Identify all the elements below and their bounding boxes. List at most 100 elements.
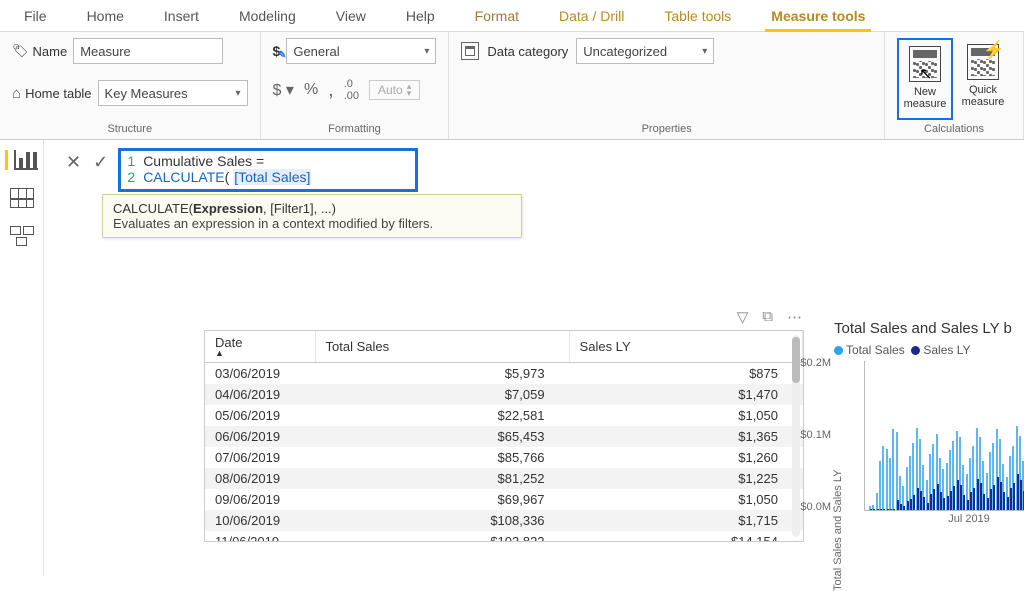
currency-button[interactable]: $ ▾ xyxy=(273,80,294,100)
cell-date: 09/06/2019 xyxy=(205,489,315,510)
ribbon-group-structure: Name Measure Home table Key Measures▾ St… xyxy=(0,32,261,139)
tab-table-tools[interactable]: Table tools xyxy=(644,2,751,30)
ribbon: Name Measure Home table Key Measures▾ St… xyxy=(0,32,1024,140)
legend-dot-b xyxy=(911,346,920,355)
col-header-ly[interactable]: Sales LY xyxy=(569,331,802,363)
decimal-places-input[interactable]: Auto▴▾ xyxy=(369,80,420,100)
tab-file[interactable]: File xyxy=(4,2,67,30)
quick-measure-label: Quick measure xyxy=(955,84,1011,108)
chart-title: Total Sales and Sales LY b xyxy=(834,320,1024,337)
scrollbar-thumb[interactable] xyxy=(792,337,800,383)
table-row[interactable]: 03/06/2019$5,973$875 xyxy=(205,363,803,385)
new-measure-label: New measure xyxy=(899,86,951,110)
table-row[interactable]: 04/06/2019$7,059$1,470 xyxy=(205,384,803,405)
cell-total: $5,973 xyxy=(315,363,569,385)
thousands-button[interactable]: , xyxy=(328,85,334,95)
ytick: $0.0M xyxy=(800,501,834,513)
cell-total: $108,336 xyxy=(315,510,569,531)
table-row[interactable]: 06/06/2019$65,453$1,365 xyxy=(205,426,803,447)
decimal-decrease-button[interactable]: .0.00 xyxy=(344,78,359,102)
col-header-total[interactable]: Total Sales xyxy=(315,331,569,363)
bolt-icon: ⚡ xyxy=(983,40,1005,61)
legend-dot-a xyxy=(834,346,843,355)
table-row[interactable]: 10/06/2019$108,336$1,715 xyxy=(205,510,803,531)
cell-date: 07/06/2019 xyxy=(205,447,315,468)
quick-measure-button[interactable]: ⚡ Quick measure xyxy=(955,38,1011,120)
percent-button[interactable]: % xyxy=(304,81,318,99)
commit-formula-button[interactable]: ✓ xyxy=(91,148,110,177)
cell-ly: $1,470 xyxy=(569,384,802,405)
cell-total: $81,252 xyxy=(315,468,569,489)
filter-icon[interactable]: ▽ xyxy=(737,308,749,326)
hometable-dropdown[interactable]: Key Measures▾ xyxy=(98,80,248,106)
line-number: 2 xyxy=(121,169,143,185)
format-icon: $✎ xyxy=(273,43,281,59)
data-view-button[interactable] xyxy=(10,188,34,208)
calculator-icon xyxy=(909,46,941,82)
cell-total: $103,822 xyxy=(315,531,569,541)
line-number: 1 xyxy=(121,153,143,169)
scrollbar[interactable] xyxy=(792,335,800,537)
tab-format[interactable]: Format xyxy=(455,2,539,30)
tag-icon xyxy=(12,43,29,59)
col-header-date[interactable]: Date▲ xyxy=(205,331,315,363)
model-view-button[interactable] xyxy=(10,226,34,246)
ribbon-group-properties: Data category Uncategorized▾ Properties xyxy=(449,32,885,139)
ribbon-tabs: File Home Insert Modeling View Help Form… xyxy=(0,0,1024,32)
tab-data-drill[interactable]: Data / Drill xyxy=(539,2,644,30)
tooltip-description: Evaluates an expression in a context mod… xyxy=(113,216,511,231)
formula-editor[interactable]: 1Cumulative Sales = 2CALCULATE( [Total S… xyxy=(118,148,418,192)
format-dropdown[interactable]: General▾ xyxy=(286,38,436,64)
ribbon-group-formatting: $✎ General▾ $ ▾ % , .0.00 Auto▴▾ Formatt… xyxy=(261,32,450,139)
report-view-button[interactable] xyxy=(5,150,29,170)
cancel-formula-button[interactable]: ✕ xyxy=(64,148,83,177)
cell-total: $7,059 xyxy=(315,384,569,405)
chart-plot-area xyxy=(864,361,1024,511)
focus-mode-icon[interactable]: ⧉ xyxy=(762,308,773,326)
code-line-2: CALCULATE( [Total Sales] xyxy=(143,169,311,185)
cell-date: 06/06/2019 xyxy=(205,426,315,447)
ytick: $0.2M xyxy=(800,357,834,369)
table-row[interactable]: 09/06/2019$69,967$1,050 xyxy=(205,489,803,510)
chevron-down-icon: ▾ xyxy=(236,88,241,99)
cell-date: 10/06/2019 xyxy=(205,510,315,531)
cell-date: 08/06/2019 xyxy=(205,468,315,489)
name-input[interactable]: Measure xyxy=(73,38,223,64)
group-label-formatting: Formatting xyxy=(273,121,437,135)
chevron-down-icon: ▾ xyxy=(424,46,429,57)
table-visual[interactable]: Date▲ Total Sales Sales LY 03/06/2019$5,… xyxy=(204,330,804,542)
report-canvas: ✕ ✓ 1Cumulative Sales = 2CALCULATE( [Tot… xyxy=(44,140,1024,576)
cell-ly: $1,715 xyxy=(569,510,802,531)
table-row[interactable]: 11/06/2019$103,822$14,154 xyxy=(205,531,803,541)
data-table: Date▲ Total Sales Sales LY 03/06/2019$5,… xyxy=(205,331,803,541)
new-measure-button[interactable]: ↖ New measure xyxy=(897,38,953,120)
table-row[interactable]: 05/06/2019$22,581$1,050 xyxy=(205,405,803,426)
home-icon xyxy=(12,85,21,102)
table-row[interactable]: 07/06/2019$85,766$1,260 xyxy=(205,447,803,468)
main-area: ✕ ✓ 1Cumulative Sales = 2CALCULATE( [Tot… xyxy=(0,140,1024,576)
cell-ly: $1,225 xyxy=(569,468,802,489)
cell-date: 05/06/2019 xyxy=(205,405,315,426)
tab-view[interactable]: View xyxy=(316,2,386,30)
group-label-properties: Properties xyxy=(461,121,872,135)
more-options-icon[interactable]: ⋯ xyxy=(787,308,802,326)
tab-modeling[interactable]: Modeling xyxy=(219,2,316,30)
tab-home[interactable]: Home xyxy=(67,2,144,30)
chevron-down-icon: ▾ xyxy=(702,46,707,57)
data-category-dropdown[interactable]: Uncategorized▾ xyxy=(576,38,714,64)
tab-insert[interactable]: Insert xyxy=(144,2,219,30)
hometable-label: Home table xyxy=(12,85,92,102)
cell-date: 11/06/2019 xyxy=(205,531,315,541)
table-row[interactable]: 08/06/2019$81,252$1,225 xyxy=(205,468,803,489)
cell-date: 03/06/2019 xyxy=(205,363,315,385)
tab-help[interactable]: Help xyxy=(386,2,455,30)
formula-bar: ✕ ✓ 1Cumulative Sales = 2CALCULATE( [Tot… xyxy=(64,148,1024,192)
view-sidebar xyxy=(0,140,44,576)
intellisense-tooltip: CALCULATE(Expression, [Filter1], ...) Ev… xyxy=(102,194,522,238)
visual-header: ▽ ⧉ ⋯ xyxy=(204,308,802,326)
cell-total: $65,453 xyxy=(315,426,569,447)
data-category-label: Data category xyxy=(487,44,568,59)
chart-visual[interactable]: Total Sales and Sales LY b Total Sales S… xyxy=(834,320,1024,525)
cell-total: $22,581 xyxy=(315,405,569,426)
tab-measure-tools[interactable]: Measure tools xyxy=(751,2,885,30)
